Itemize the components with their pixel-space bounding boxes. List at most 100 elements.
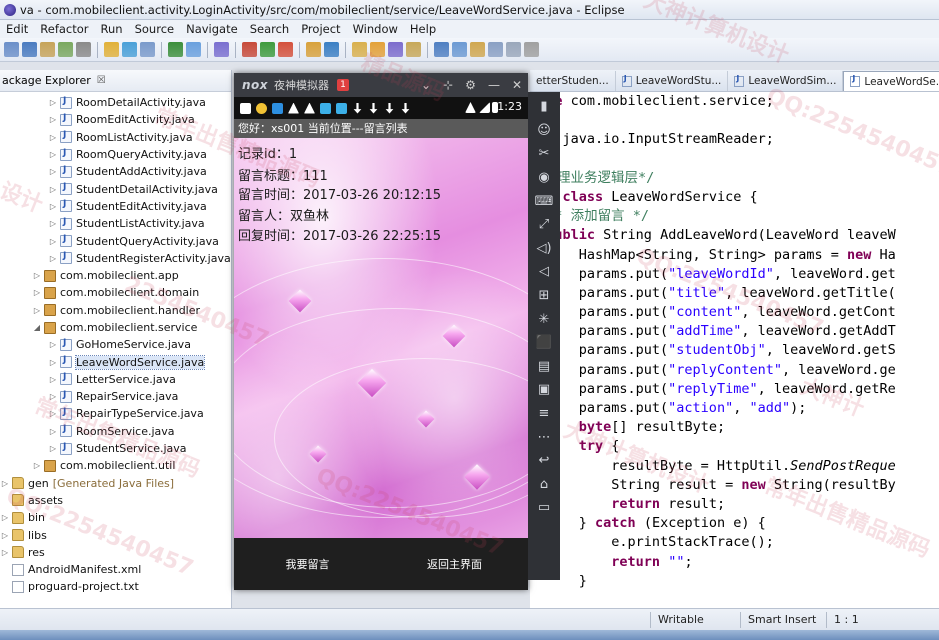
tree-item[interactable]: AndroidManifest.xml (0, 561, 231, 578)
tree-item[interactable]: ▷ LetterService.java (0, 371, 231, 388)
toolbar-button[interactable] (324, 42, 339, 57)
tree-item[interactable]: ▷ RoomListActivity.java (0, 129, 231, 146)
tree-item[interactable]: ▷ com.mobileclient.util (0, 457, 231, 474)
tree-item[interactable]: ▷ com.mobileclient.domain (0, 284, 231, 301)
tree-item[interactable]: ◢ com.mobileclient.service (0, 319, 231, 336)
menu-source[interactable]: Source (129, 22, 181, 36)
tree-item[interactable]: ▷ RoomDetailActivity.java (0, 94, 231, 111)
expand-toggle-icon[interactable]: ▷ (48, 185, 58, 194)
toolbar-button[interactable] (352, 42, 367, 57)
toolbar-button[interactable] (406, 42, 421, 57)
tree-item[interactable]: ▷ libs (0, 526, 231, 543)
expand-toggle-icon[interactable]: ▷ (0, 513, 10, 522)
toolbar-button[interactable] (76, 42, 91, 57)
toolbar-button[interactable] (22, 42, 37, 57)
expand-toggle-icon[interactable]: ▷ (48, 427, 58, 436)
menu-navigate[interactable]: Navigate (180, 22, 244, 36)
close-view-icon[interactable]: ☒ (97, 75, 106, 86)
screenshot-icon[interactable]: ▣ (536, 381, 552, 399)
expand-toggle-icon[interactable]: ▷ (48, 444, 58, 453)
toolbar-button[interactable] (168, 42, 183, 57)
recent-apps-icon[interactable]: ▭ (536, 499, 552, 517)
tree-item[interactable]: ▷ RepairTypeService.java (0, 405, 231, 422)
editor-tab[interactable]: etterStuden... (530, 71, 616, 91)
toolbar-button[interactable] (388, 42, 403, 57)
expand-toggle-icon[interactable]: ▷ (32, 288, 42, 297)
robot-icon[interactable]: ☺ (536, 122, 552, 140)
tree-item[interactable]: ▷ LeaveWordService.java (0, 353, 231, 370)
battery-icon[interactable]: ▮ (536, 98, 552, 116)
expand-toggle-icon[interactable]: ▷ (48, 98, 58, 107)
close-icon[interactable]: ✕ (512, 78, 522, 92)
pin-icon[interactable]: ⊹ (443, 78, 453, 92)
tree-item[interactable]: ▷ RoomQueryActivity.java (0, 146, 231, 163)
leave-word-button[interactable]: 我要留言 (234, 556, 381, 572)
expand-toggle-icon[interactable]: ▷ (32, 461, 42, 470)
tree-item[interactable]: ▷ res (0, 544, 231, 561)
tree-item[interactable]: ▷ RoomService.java (0, 423, 231, 440)
shake-icon[interactable]: ✳ (536, 310, 552, 328)
settings-icon[interactable]: ⚙ (465, 78, 476, 92)
tree-item[interactable]: ▷ StudentListActivity.java (0, 215, 231, 232)
keyboard-icon[interactable]: ⌨ (535, 192, 554, 210)
toolbar-button[interactable] (470, 42, 485, 57)
tree-item[interactable]: ▷ com.mobileclient.handler (0, 302, 231, 319)
toolbar-button[interactable] (260, 42, 275, 57)
tree-item[interactable]: ▷ com.mobileclient.app (0, 267, 231, 284)
tree-item[interactable]: proguard-project.txt (0, 578, 231, 595)
toolbar-button[interactable] (140, 42, 155, 57)
toolbar-button[interactable] (4, 42, 19, 57)
home-icon[interactable]: ⌂ (536, 476, 552, 494)
toolbar-button[interactable] (40, 42, 55, 57)
expand-toggle-icon[interactable]: ▷ (48, 375, 58, 384)
tree-item[interactable]: ▷ RoomEditActivity.java (0, 111, 231, 128)
expand-toggle-icon[interactable]: ▷ (48, 219, 58, 228)
editor-tab[interactable]: LeaveWordSim... (728, 71, 844, 91)
tree-item[interactable]: ▷ RepairService.java (0, 388, 231, 405)
volume-down-icon[interactable]: ◁ (536, 263, 552, 281)
toolbar-button[interactable] (506, 42, 521, 57)
expand-toggle-icon[interactable]: ▷ (0, 531, 10, 540)
expand-toggle-icon[interactable]: ▷ (48, 358, 58, 367)
toolbar-button[interactable] (370, 42, 385, 57)
toolbar-button[interactable] (306, 42, 321, 57)
scissors-icon[interactable]: ✂ (536, 145, 552, 163)
tree-item[interactable]: ▷ StudentQueryActivity.java (0, 232, 231, 249)
tree-item[interactable]: ▷ StudentRegisterActivity.java (0, 250, 231, 267)
tree-item[interactable]: assets (0, 492, 231, 509)
expand-toggle-icon[interactable]: ▷ (32, 271, 42, 280)
menu-window[interactable]: Window (347, 22, 404, 36)
toolbar-button[interactable] (58, 42, 73, 57)
expand-toggle-icon[interactable]: ▷ (48, 237, 58, 246)
menu-icon[interactable]: ≡ (536, 405, 552, 423)
toolbar-button[interactable] (434, 42, 449, 57)
tree-item[interactable]: ▷ StudentEditActivity.java (0, 198, 231, 215)
menu-project[interactable]: Project (295, 22, 346, 36)
notification-badge[interactable]: 1 (337, 79, 350, 91)
minimize-icon[interactable]: — (488, 78, 500, 92)
expand-toggle-icon[interactable]: ▷ (48, 392, 58, 401)
editor-tab[interactable]: LeaveWordSe... (843, 71, 939, 91)
tree-item[interactable]: ▷ StudentDetailActivity.java (0, 180, 231, 197)
menu-search[interactable]: Search (244, 22, 296, 36)
tree-item[interactable]: ▷ GoHomeService.java (0, 336, 231, 353)
toolbar-button[interactable] (104, 42, 119, 57)
expand-toggle-icon[interactable]: ▷ (48, 340, 58, 349)
expand-toggle-icon[interactable]: ▷ (48, 133, 58, 142)
more-icon[interactable]: ⋯ (536, 428, 552, 446)
operation-record-icon[interactable]: ⬛ (536, 334, 552, 352)
toolbar-button[interactable] (214, 42, 229, 57)
location-icon[interactable]: ◉ (536, 169, 552, 187)
expand-toggle-icon[interactable]: ▷ (32, 306, 42, 315)
expand-toggle-icon[interactable]: ◢ (32, 323, 42, 332)
toolbar-button[interactable] (122, 42, 137, 57)
expand-toggle-icon[interactable]: ▷ (48, 409, 58, 418)
editor-text-area[interactable]: kage com.mobileclient.service; ort java.… (530, 92, 939, 591)
expand-toggle-icon[interactable]: ▷ (48, 202, 58, 211)
apk-install-icon[interactable]: ⊞ (536, 287, 552, 305)
fullscreen-icon[interactable]: ⤢ (536, 216, 552, 234)
editor-tab[interactable]: LeaveWordStu... (616, 71, 729, 91)
toolbar-button[interactable] (452, 42, 467, 57)
tree-item[interactable]: ▷ gen [Generated Java Files] (0, 475, 231, 492)
menu-edit[interactable]: Edit (0, 22, 34, 36)
